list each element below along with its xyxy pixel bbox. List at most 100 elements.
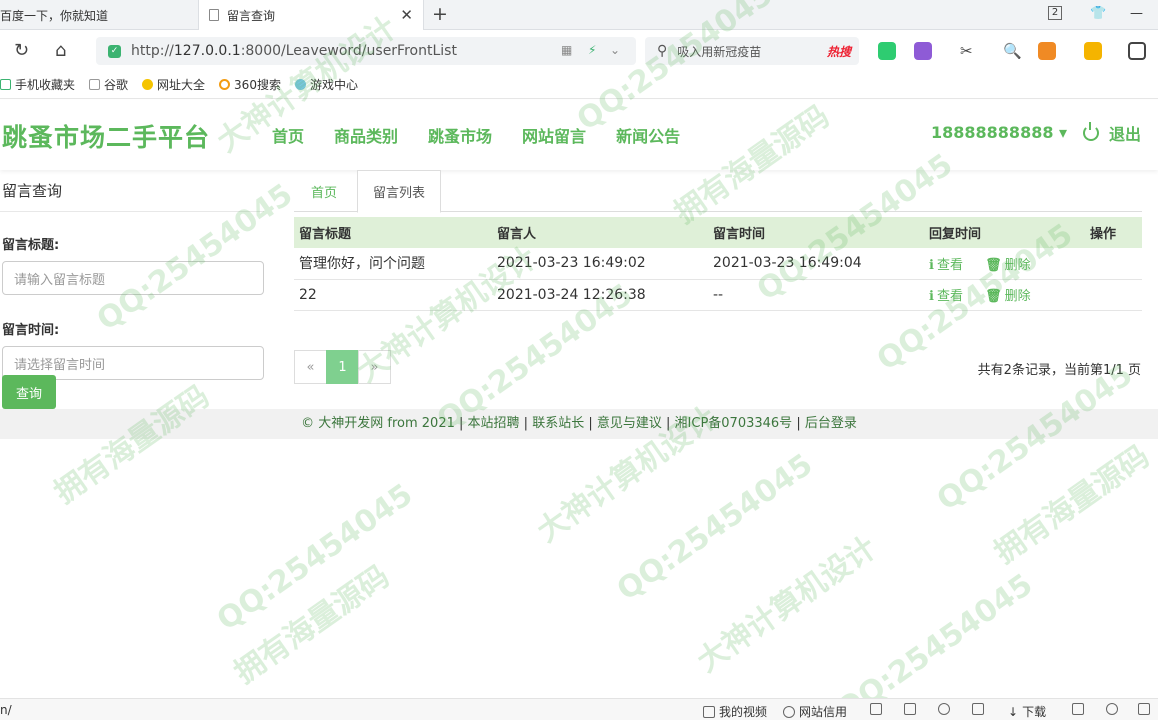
footer-link-contact[interactable]: 联系站长 bbox=[532, 416, 584, 431]
col-title: 留言标题 bbox=[294, 217, 492, 248]
title-label: 留言标题: bbox=[2, 238, 60, 253]
prev-page-button[interactable]: « bbox=[294, 350, 327, 384]
footer-link-feedback[interactable]: 意见与建议 bbox=[597, 416, 662, 431]
my-video-button[interactable]: 我的视频 bbox=[703, 703, 767, 720]
page-icon bbox=[89, 79, 101, 90]
download-button[interactable]: ↓ 下载 bbox=[1008, 703, 1046, 720]
pagination: « 1 » bbox=[294, 350, 391, 384]
trash-icon: 🗑 bbox=[985, 257, 1002, 273]
info-icon: ℹ bbox=[929, 289, 934, 304]
logout-button[interactable]: 退出 bbox=[1083, 121, 1141, 145]
col-author: 留言人 bbox=[492, 217, 708, 248]
document-icon bbox=[209, 9, 219, 21]
bookmark-sites[interactable]: 网址大全 bbox=[142, 76, 205, 93]
view-button[interactable]: ℹ 查看 bbox=[929, 289, 963, 304]
cell-title: 22 bbox=[294, 279, 492, 311]
shirt-icon[interactable]: 👕 bbox=[1090, 6, 1106, 21]
browser-tab-active[interactable]: 留言查询 ✕ bbox=[198, 0, 424, 30]
bookmark-mobile[interactable]: 手机收藏夹 bbox=[0, 76, 75, 93]
window-count-badge[interactable]: 2 bbox=[1048, 6, 1062, 20]
minimize-icon[interactable]: — bbox=[1130, 6, 1143, 21]
tab-home[interactable]: 首页 bbox=[296, 170, 352, 212]
reload-icon[interactable]: ↻ bbox=[14, 40, 29, 61]
search-input[interactable]: ⚲ 吸入用新冠疫苗 热搜 bbox=[645, 37, 859, 65]
game-icon[interactable] bbox=[1038, 42, 1056, 60]
watermark-text: 拥有海量源码 bbox=[48, 378, 216, 511]
search-panel: 留言查询 留言标题: 请输入留言标题 留言时间: 请选择留言时间 查询 bbox=[0, 178, 264, 409]
image-icon[interactable] bbox=[904, 703, 920, 715]
content-tabs: 首页 留言列表 bbox=[294, 170, 1142, 213]
download-icon: ↓ bbox=[1008, 704, 1019, 719]
wechat-icon[interactable] bbox=[878, 42, 896, 60]
main-nav: 首页 商品类别 跳蚤市场 网站留言 新闻公告 bbox=[272, 123, 710, 147]
game-center-icon bbox=[294, 79, 306, 90]
close-icon[interactable]: ✕ bbox=[400, 6, 413, 24]
delete-button[interactable]: 🗑 删除 bbox=[985, 289, 1031, 304]
nav-news[interactable]: 新闻公告 bbox=[616, 123, 680, 147]
bookmark-google[interactable]: 谷歌 bbox=[89, 76, 128, 93]
magnifier-icon[interactable]: 🔍 bbox=[1003, 42, 1022, 60]
view-button[interactable]: ℹ 查看 bbox=[929, 258, 963, 273]
copyright: © 大神开发网 from 2021 bbox=[301, 416, 455, 431]
rocket-icon[interactable] bbox=[972, 703, 988, 715]
info-icon: ℹ bbox=[929, 257, 934, 273]
user-menu[interactable]: 18888888888 ▾ bbox=[931, 123, 1067, 142]
chevron-down-icon[interactable]: ⌄ bbox=[610, 43, 620, 57]
delete-button[interactable]: 🗑 删除 bbox=[985, 258, 1031, 273]
trash-icon: 🗑 bbox=[985, 289, 1002, 304]
footer-link-admin[interactable]: 后台登录 bbox=[805, 416, 857, 431]
table-row: 管理你好，问个问题 2021-03-23 16:49:02 2021-03-23… bbox=[294, 248, 1142, 280]
address-bar-row: ↻ ⌂ ✓ http://127.0.0.1:8000/Leaveword/us… bbox=[0, 30, 1158, 71]
watermark-text: 大神计算机设计 bbox=[690, 530, 884, 680]
sound-icon[interactable] bbox=[1138, 703, 1154, 715]
nav-home[interactable]: 首页 bbox=[272, 123, 304, 147]
refresh-status-icon[interactable] bbox=[1106, 703, 1122, 715]
query-button[interactable]: 查询 bbox=[2, 375, 56, 409]
speed-icon[interactable] bbox=[938, 703, 954, 715]
translate-icon[interactable] bbox=[914, 42, 932, 60]
footer-link-jobs[interactable]: 本站招聘 bbox=[468, 416, 520, 431]
watermark-text: QQ:25454045 bbox=[210, 477, 420, 638]
bookmark-games[interactable]: 游戏中心 bbox=[294, 76, 358, 93]
title-input[interactable]: 请输入留言标题 bbox=[2, 261, 264, 295]
qr-icon[interactable]: ▦ bbox=[561, 43, 572, 57]
coin-icon[interactable] bbox=[1084, 42, 1102, 60]
url-text: http://127.0.0.1:8000/Leaveword/userFron… bbox=[131, 43, 457, 59]
nav-messages[interactable]: 网站留言 bbox=[522, 123, 586, 147]
cell-author: 2021-03-23 16:49:02 bbox=[492, 248, 708, 280]
next-page-button[interactable]: » bbox=[358, 350, 391, 384]
shield-icon: ✓ bbox=[108, 44, 121, 58]
360-icon bbox=[219, 79, 231, 90]
cell-author: 2021-03-24 12:26:38 bbox=[492, 279, 708, 311]
browser-tab-baidu[interactable]: 百度一下，你就知道 bbox=[0, 0, 198, 30]
nav-market[interactable]: 跳蚤市场 bbox=[428, 123, 492, 147]
tab-message-list[interactable]: 留言列表 bbox=[357, 170, 442, 213]
status-url: n/ bbox=[0, 703, 12, 717]
watermark-text: 拥有海量源码 bbox=[988, 438, 1156, 571]
cell-title: 管理你好，问个问题 bbox=[294, 248, 492, 280]
page-1-button[interactable]: 1 bbox=[326, 350, 359, 384]
content-panel: 首页 留言列表 留言标题 留言人 留言时间 回复时间 操作 管理你好，问个问题 … bbox=[294, 170, 1142, 311]
new-tab-icon[interactable]: + bbox=[432, 3, 448, 25]
shield-status-icon[interactable] bbox=[870, 703, 886, 715]
site-trust-button[interactable]: 网站信用 bbox=[783, 703, 847, 720]
nav-categories[interactable]: 商品类别 bbox=[334, 123, 398, 147]
col-reply-time: 回复时间 bbox=[924, 217, 1085, 248]
logout-label: 退出 bbox=[1109, 125, 1142, 144]
footer-link-icp[interactable]: 湘ICP备0703346号 bbox=[675, 416, 793, 431]
layout-icon[interactable] bbox=[1072, 703, 1088, 715]
scissors-icon[interactable]: ✂ bbox=[960, 42, 978, 60]
tab-title: 百度一下，你就知道 bbox=[0, 8, 109, 23]
search-hint: 吸入用新冠疫苗 bbox=[677, 44, 762, 59]
site-logo[interactable]: 跳蚤市场二手平台 bbox=[2, 118, 210, 154]
grid-icon[interactable] bbox=[1128, 42, 1146, 60]
tab-title: 留言查询 bbox=[227, 8, 276, 23]
hot-search-badge[interactable]: 热搜 bbox=[827, 43, 851, 60]
cell-time: 2021-03-23 16:49:04 bbox=[708, 248, 924, 280]
lightning-icon[interactable]: ⚡ bbox=[588, 43, 596, 57]
home-icon[interactable]: ⌂ bbox=[55, 40, 66, 61]
url-field[interactable]: ✓ http://127.0.0.1:8000/Leaveword/userFr… bbox=[96, 37, 636, 65]
watermark-text: 拥有海量源码 bbox=[228, 558, 396, 691]
table-row: 22 2021-03-24 12:26:38 -- ℹ 查看 🗑 删除 bbox=[294, 279, 1142, 311]
bookmark-360[interactable]: 360搜索 bbox=[219, 76, 281, 93]
